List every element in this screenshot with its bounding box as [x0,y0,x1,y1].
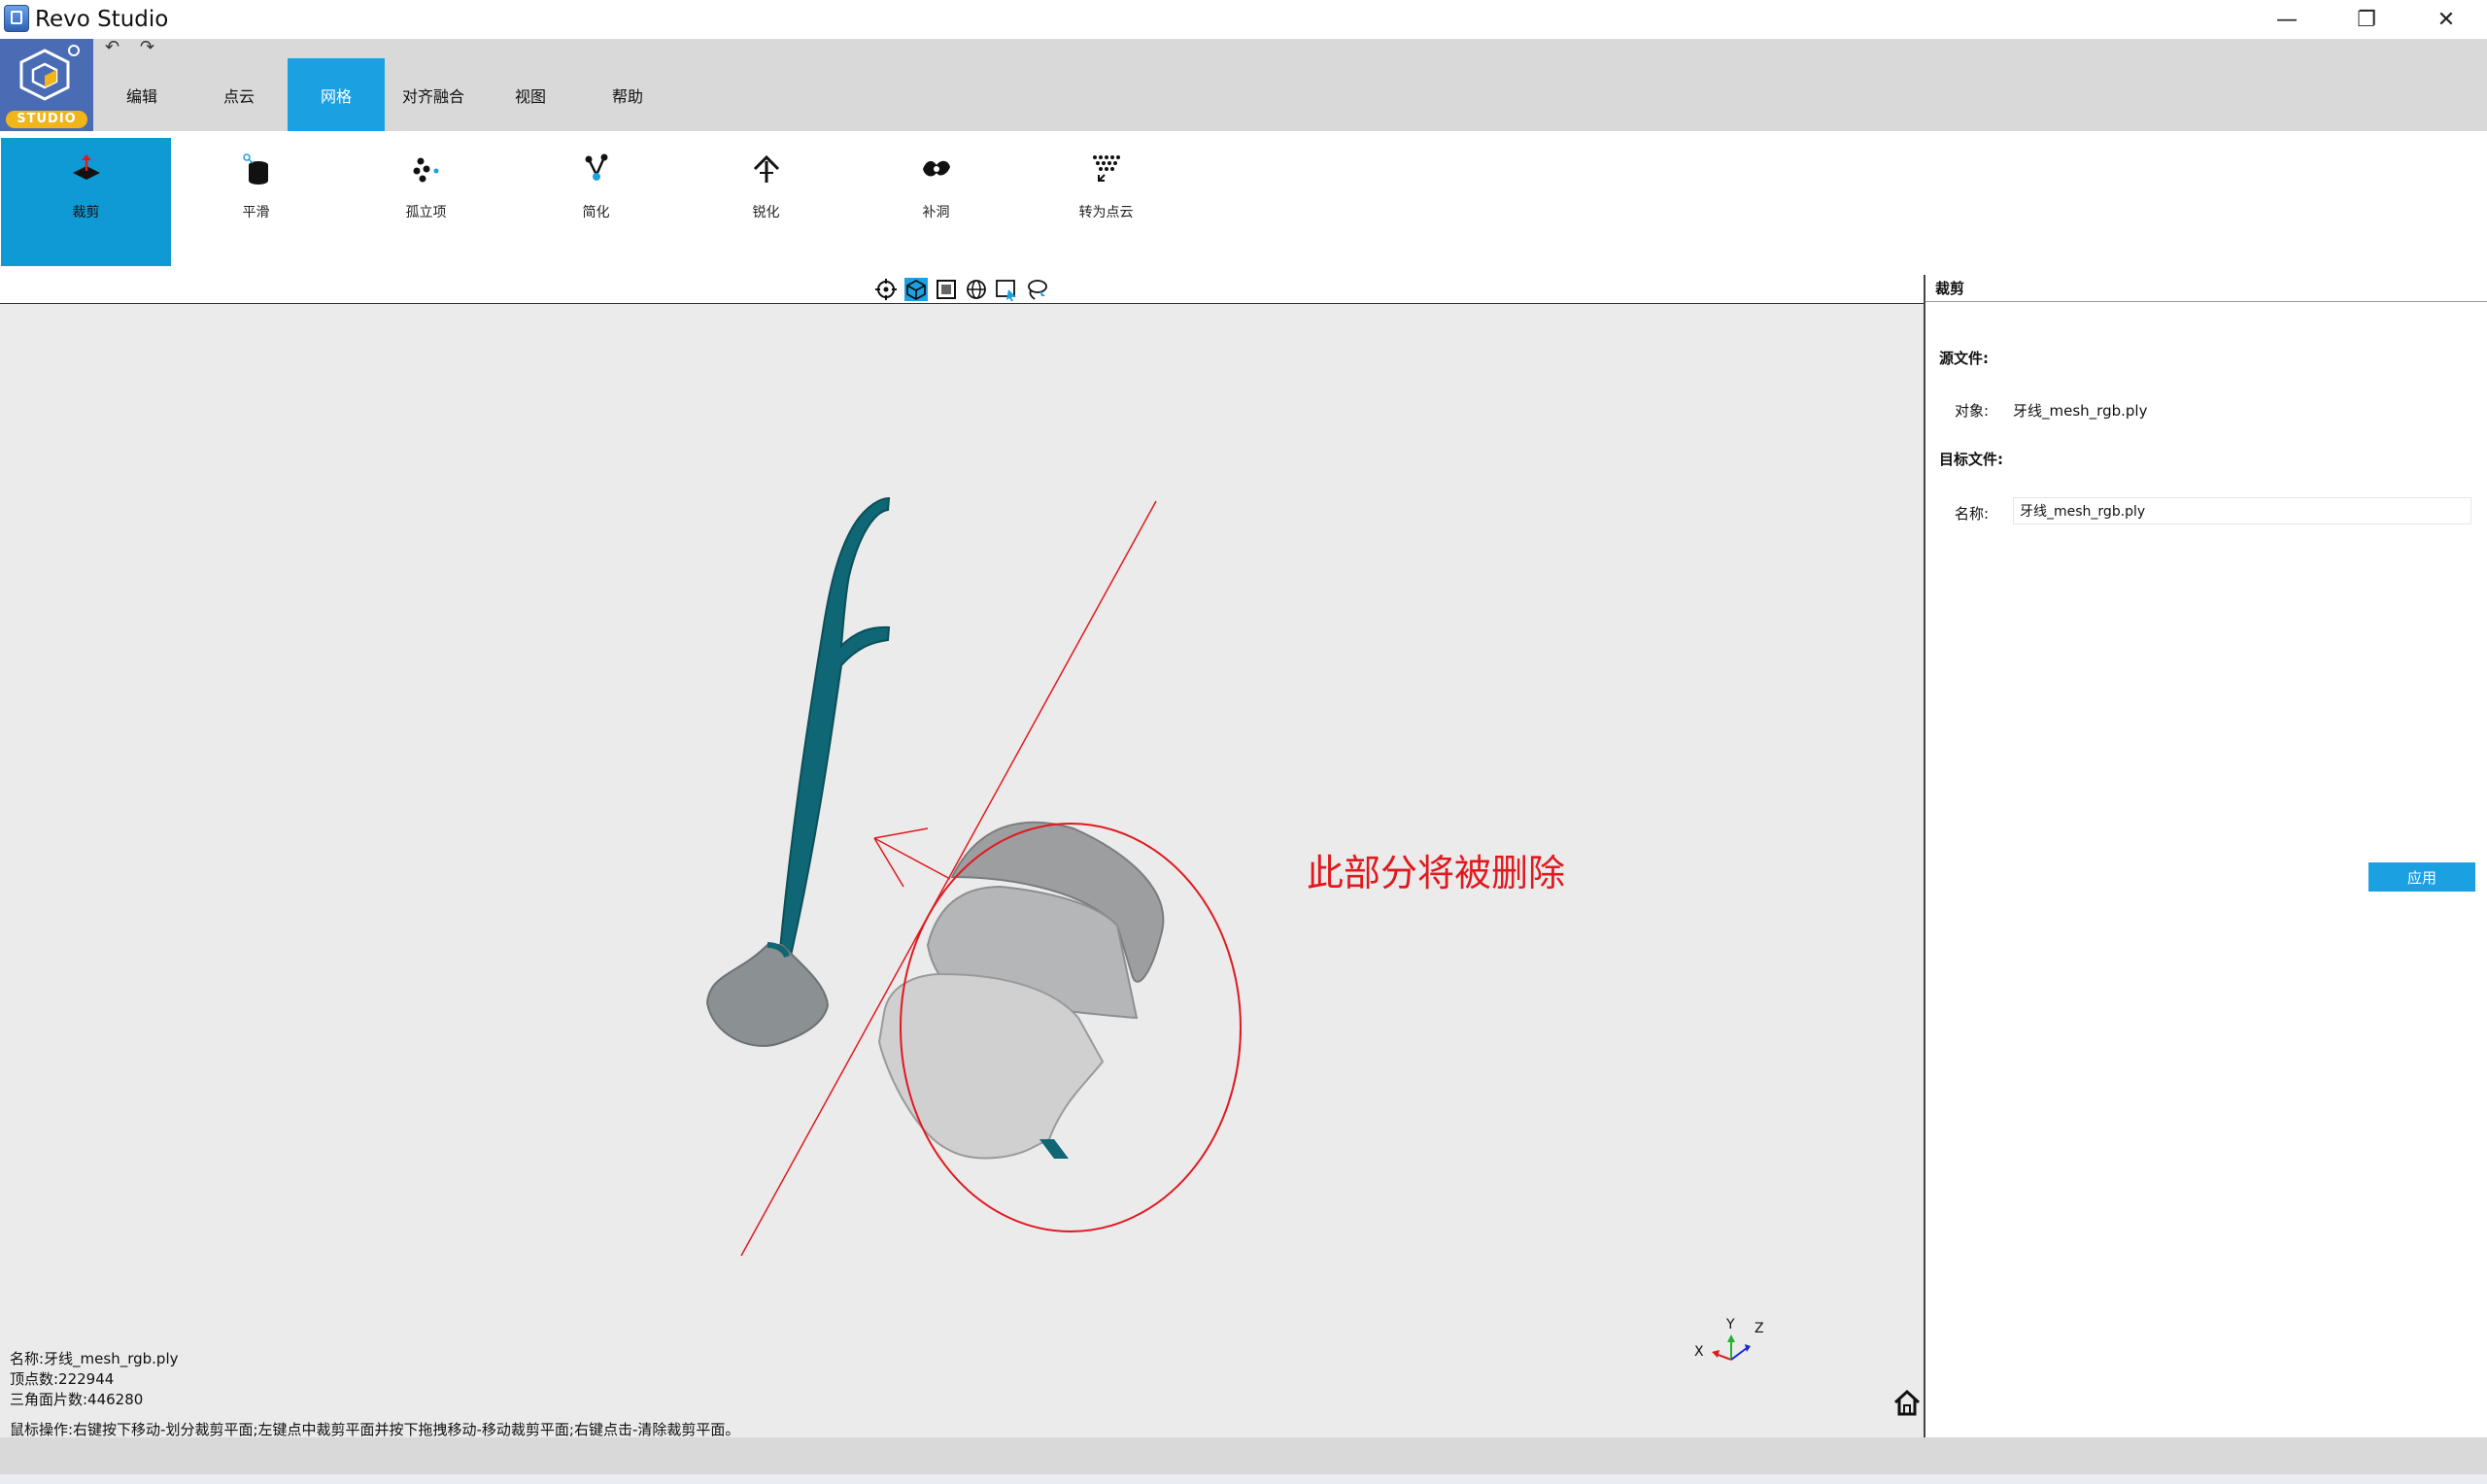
name-input[interactable] [2013,497,2471,524]
3d-viewport[interactable]: 此部分将被删除 [0,304,1924,1437]
axis-gizmo: X Y Z [1694,1317,1764,1361]
lasso-icon[interactable] [1025,278,1048,301]
app-icon [4,5,29,32]
tab-help[interactable]: 帮助 [579,58,676,131]
info-triangles: 三角面片数:446280 [10,1391,144,1408]
tab-point-cloud[interactable]: 点云 [190,58,288,131]
undo-icon[interactable]: ↶ [105,39,126,56]
axis-x-label: X [1694,1344,1704,1360]
smooth-icon [243,153,268,185]
apply-button[interactable]: 应用 [2368,862,2475,892]
cut-direction-arrow [873,827,951,888]
axis-y-label: Y [1725,1317,1735,1332]
logo-label: STUDIO [6,111,87,128]
smooth-button[interactable]: 平滑 [171,138,341,266]
annotation-text: 此部分将被删除 [1307,852,1566,894]
isolated-button[interactable]: 孤立项 [341,138,511,266]
crop-label: 裁剪 [72,205,100,220]
deleted-region-model[interactable] [877,821,1165,1160]
fill-hole-label: 补洞 [922,205,950,220]
info-vertices: 顶点数:222944 [10,1370,115,1388]
crop-button[interactable]: 裁剪 [1,138,171,266]
minimize-button[interactable]: — [2248,0,2326,39]
fill-hole-icon [923,160,950,177]
maximize-button[interactable]: ❐ [2328,0,2405,39]
to-point-cloud-icon [1093,155,1120,182]
mouse-operations-hint: 鼠标操作:右键按下移动-划分裁剪平面;左键点中裁剪平面并按下拖拽移动-移动裁剪平… [10,1421,740,1438]
target-icon[interactable] [874,278,898,301]
name-label: 名称: [1955,505,1990,523]
isolated-points-icon [413,157,439,183]
sharpen-label: 锐化 [752,205,780,220]
simplify-button[interactable]: 简化 [511,138,681,266]
sharpen-button[interactable]: 锐化 [681,138,851,266]
app-logo[interactable]: STUDIO [0,39,93,131]
fill-hole-button[interactable]: 补洞 [851,138,1021,266]
view-toolbar [0,275,1924,304]
home-view-icon[interactable] [1891,1387,1923,1418]
object-label: 对象: [1955,402,1990,420]
logo-dot-icon [68,45,80,56]
smooth-label: 平滑 [242,205,270,220]
select-rect-icon[interactable] [995,278,1018,301]
info-name: 名称:牙线_mesh_rgb.ply [10,1350,179,1367]
frame-icon[interactable] [935,278,958,301]
tab-edit[interactable]: 编辑 [93,58,190,131]
tab-align-merge[interactable]: 对齐融合 [385,58,482,131]
isolated-label: 孤立项 [405,205,447,220]
object-value: 牙线_mesh_rgb.ply [2013,402,2148,420]
tab-mesh[interactable]: 网格 [288,58,385,131]
properties-panel [1925,275,2487,1437]
panel-header [1925,275,2487,302]
cube-view-icon[interactable] [904,278,928,301]
to-point-cloud-button[interactable]: 转为点云 [1021,138,1191,266]
scene-canvas[interactable] [0,304,1924,1437]
close-button[interactable]: ✕ [2407,0,2485,39]
axis-z-label: Z [1755,1321,1764,1336]
window-title: Revo Studio [35,7,169,32]
simplify-icon [585,153,608,181]
panel-title: 裁剪 [1935,280,1965,297]
redo-icon[interactable]: ↷ [140,39,161,56]
to-point-cloud-label: 转为点云 [1078,205,1134,220]
crop-plane-icon [73,154,100,180]
tab-view[interactable]: 视图 [482,58,579,131]
cube-logo-icon [19,49,70,101]
sharpen-icon [753,154,780,183]
floss-pick-model[interactable] [705,496,891,1047]
target-heading: 目标文件: [1939,451,2003,468]
status-bar-bottom [0,1474,2487,1484]
source-heading: 源文件: [1939,350,1989,367]
globe-icon[interactable] [965,278,988,301]
title-bar [0,0,2487,39]
simplify-label: 简化 [582,205,610,220]
